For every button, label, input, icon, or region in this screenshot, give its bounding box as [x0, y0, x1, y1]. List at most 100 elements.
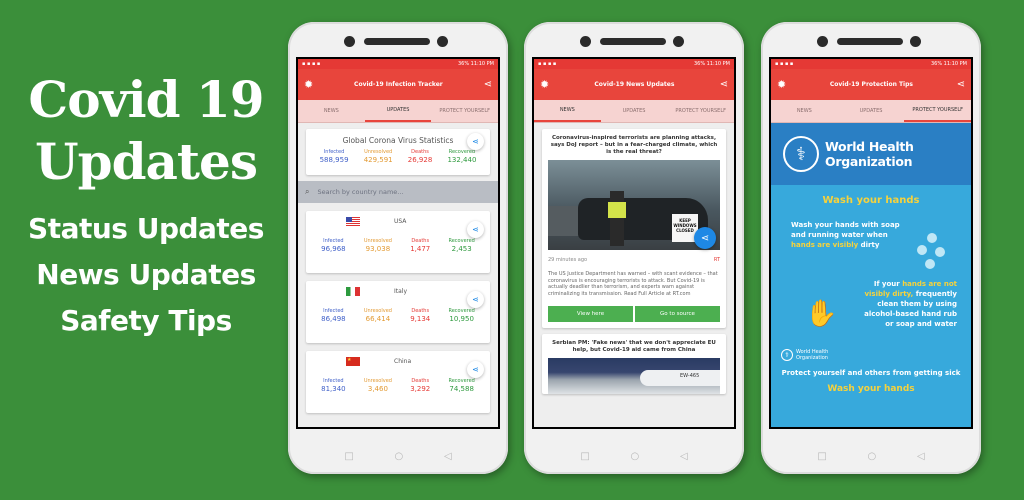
- tab-protect-yourself[interactable]: PROTECT YOURSELF: [904, 100, 971, 122]
- speaker: [364, 38, 430, 45]
- value-recovered: 74,588: [449, 385, 474, 393]
- tab-updates[interactable]: UPDATES: [364, 100, 432, 122]
- label-infected: Infected: [323, 238, 344, 244]
- label-infected: Infected: [323, 378, 344, 384]
- news-card[interactable]: Serbian PM: 'Fake news' that we don't ap…: [542, 334, 726, 394]
- back-icon[interactable]: ◁: [680, 451, 688, 462]
- news-title: Coronavirus-inspired terrorists are plan…: [550, 135, 718, 155]
- label-recovered: Recovered: [448, 238, 475, 244]
- share-icon[interactable]: ⋖: [467, 221, 484, 238]
- phone-news: ▪ ▪ ▪ ▪ 36% 11:10 PM ✹ Covid-19 News Upda…: [524, 22, 744, 474]
- wash-title: Wash your hands: [822, 195, 920, 206]
- front-camera: [580, 36, 591, 47]
- screen: ▪ ▪ ▪ ▪ 36% 11:10 PM ✹ Covid-19 News Upda…: [532, 57, 736, 429]
- share-icon[interactable]: ⋖: [694, 227, 716, 249]
- value-infected: 86,498: [321, 315, 346, 323]
- screen: ▪ ▪ ▪ ▪ 36% 11:10 PM ✹ Covid-19 Protectio…: [769, 57, 973, 429]
- share-icon[interactable]: ⋖: [957, 79, 965, 90]
- tab-updates[interactable]: UPDATES: [838, 100, 905, 122]
- tab-protect-yourself[interactable]: PROTECT YOURSELF: [667, 100, 734, 122]
- promo-feature-status: Status Updates: [28, 212, 264, 245]
- recents-icon[interactable]: □: [580, 451, 589, 462]
- wash-tip-2: If your hands are not visibly dirty, fre…: [864, 280, 957, 328]
- share-icon[interactable]: ⋖: [467, 133, 484, 150]
- app-bar: ✹ Covid-19 Protection Tips ⋖: [771, 69, 971, 100]
- who-banner: ⚕ World Health Organization: [771, 123, 971, 185]
- wash-tip-1: Wash your hands with soap and running wa…: [791, 221, 900, 249]
- label-recovered: Recovered: [448, 308, 475, 314]
- screen: ▪ ▪ ▪ ▪ 36% 11:10 PM ✹ Covid-19 Infection…: [296, 57, 500, 429]
- china-flag-icon: [346, 357, 360, 366]
- protect-text: Protect yourself and others from getting…: [781, 369, 961, 377]
- app-bar: ✹ Covid-19 Infection Tracker ⋖: [298, 69, 498, 100]
- sensor: [673, 36, 684, 47]
- label-unresolved: Unresolved: [363, 238, 392, 244]
- front-camera: [817, 36, 828, 47]
- label-unresolved: Unresolved: [363, 308, 392, 314]
- search-input[interactable]: ⌕ Search by country name...: [298, 181, 498, 203]
- tab-protect-yourself[interactable]: PROTECT YOURSELF: [431, 100, 498, 122]
- label-recovered: Recovered: [448, 149, 476, 155]
- news-card[interactable]: Coronavirus-inspired terrorists are plan…: [542, 129, 726, 328]
- recents-icon[interactable]: □: [344, 451, 353, 462]
- phone-updates: ▪ ▪ ▪ ▪ 36% 11:10 PM ✹ Covid-19 Infection…: [288, 22, 508, 474]
- country-card-china[interactable]: China ⋖ Infected81,340 Unresolved3,460 D…: [306, 351, 490, 413]
- phone-protection: ▪ ▪ ▪ ▪ 36% 11:10 PM ✹ Covid-19 Protectio…: [761, 22, 981, 474]
- label-unresolved: Unresolved: [363, 378, 392, 384]
- recents-icon[interactable]: □: [817, 451, 826, 462]
- home-icon[interactable]: ○: [868, 451, 877, 462]
- label-deaths: Deaths: [411, 238, 430, 244]
- country-name: Italy: [394, 288, 408, 295]
- app-title: Covid-19 Infection Tracker: [354, 81, 443, 88]
- value-infected: 588,959: [319, 156, 349, 164]
- status-bar: ▪ ▪ ▪ ▪ 36% 11:10 PM: [771, 59, 971, 69]
- promo-feature-news: News Updates: [36, 258, 256, 291]
- country-card-italy[interactable]: Italy ⋖ Infected 86,498 Unresolved 66,414 …: [306, 281, 490, 343]
- news-time: 29 minutes ago: [548, 257, 588, 263]
- tab-bar: NEWS UPDATES PROTECT YOURSELF: [534, 100, 734, 123]
- share-icon[interactable]: ⋖: [484, 79, 492, 90]
- go-to-source-button[interactable]: Go to source: [635, 306, 720, 322]
- app-bar: ✹ Covid-19 News Updates ⋖: [534, 69, 734, 100]
- gear-icon[interactable]: ✹: [304, 78, 313, 91]
- app-title: Covid-19 News Updates: [594, 81, 675, 88]
- label-infected: Infected: [323, 149, 345, 155]
- tab-news[interactable]: NEWS: [534, 100, 601, 122]
- promo-text: Covid 19 Updates Status Updates News Upd…: [0, 70, 292, 344]
- home-icon[interactable]: ○: [395, 451, 404, 462]
- home-icon[interactable]: ○: [631, 451, 640, 462]
- tab-news[interactable]: NEWS: [298, 100, 365, 122]
- tab-bar: NEWS UPDATES PROTECT YOURSELF: [771, 100, 971, 123]
- tab-news[interactable]: NEWS: [771, 100, 838, 122]
- value-infected: 81,340: [321, 385, 346, 393]
- global-stats-card: Global Corona Virus Statistics ⋖ Infecte…: [306, 129, 490, 175]
- news-image: EW-465: [548, 358, 720, 394]
- who-name-line1: World Health: [825, 139, 914, 154]
- nav-buttons: □ ○ ◁: [288, 451, 508, 462]
- view-here-button[interactable]: View here: [548, 306, 633, 322]
- label-deaths: Deaths: [411, 149, 429, 155]
- value-deaths: 9,134: [410, 315, 431, 323]
- value-recovered: 132,440: [447, 156, 477, 164]
- protection-poster: ⚕ World Health Organization Wash your ha…: [771, 123, 971, 427]
- value-unresolved: 66,414: [365, 315, 391, 323]
- who-name-line2: Organization: [825, 154, 913, 169]
- back-icon[interactable]: ◁: [917, 451, 925, 462]
- hand-sanitizer-icon: ✋: [805, 299, 838, 329]
- front-camera: [344, 36, 355, 47]
- value-unresolved: 3,460: [367, 385, 388, 393]
- value-unresolved: 429,591: [363, 156, 393, 164]
- share-icon[interactable]: ⋖: [467, 361, 484, 378]
- promo-title-line2: Updates: [35, 132, 258, 191]
- value-deaths: 1,477: [410, 245, 431, 253]
- gear-icon[interactable]: ✹: [540, 78, 549, 91]
- nav-buttons: □ ○ ◁: [524, 451, 744, 462]
- promo-title-line1: Covid 19: [28, 70, 264, 129]
- back-icon[interactable]: ◁: [444, 451, 452, 462]
- share-icon[interactable]: ⋖: [720, 79, 728, 90]
- tab-updates[interactable]: UPDATES: [601, 100, 668, 122]
- country-card-usa[interactable]: USA ⋖ Infected 96,968 Unresolved 93,038 De…: [306, 211, 490, 273]
- share-icon[interactable]: ⋖: [467, 291, 484, 308]
- gear-icon[interactable]: ✹: [777, 78, 786, 91]
- protect-wash-text: Wash your hands: [827, 384, 915, 394]
